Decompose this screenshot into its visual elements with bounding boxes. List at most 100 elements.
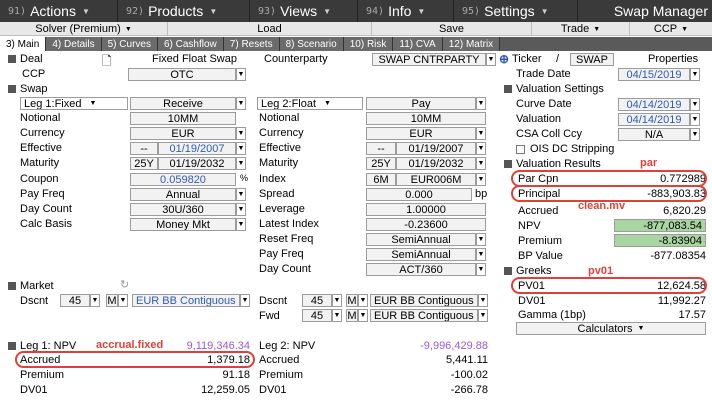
leg2-dscnt-number-dropdown[interactable]: ▼ (332, 294, 342, 307)
menu-products[interactable]: 92) Products ▼ (118, 0, 250, 22)
menu-actions[interactable]: 91) Actions ▼ (0, 0, 118, 22)
csa-coll-ccy-dropdown[interactable]: ▼ (690, 128, 700, 141)
leg2-spread-field[interactable]: 0.000 (366, 188, 472, 201)
leg1-dscnt-curve[interactable]: EUR BB Contiguous (132, 294, 240, 307)
leg2-fwd-number[interactable]: 45 (302, 309, 332, 322)
menu-views[interactable]: 93) Views ▼ (250, 0, 358, 22)
leg2-fwd-number-dropdown[interactable]: ▼ (332, 309, 342, 322)
leg1-effective-tenor[interactable]: -- (130, 142, 158, 155)
leg1-effective-date[interactable]: 01/19/2007 (158, 142, 236, 155)
ccp-field-dropdown[interactable]: ▼ (236, 68, 246, 81)
leg2-index-dropdown[interactable]: ▼ (476, 173, 486, 186)
leg1-calcbasis-dropdown[interactable]: ▼ (236, 218, 246, 231)
leg2-header-dropdown[interactable]: Leg 2:Float ▼ (257, 97, 363, 110)
market-section-header[interactable]: Market (8, 280, 54, 292)
leg1-daycount-field[interactable]: 30U/360 (130, 203, 236, 216)
leg2-effective-dropdown[interactable]: ▼ (476, 142, 486, 155)
leg1-maturity-tenor[interactable]: 25Y (130, 157, 158, 170)
leg2-effective-tenor[interactable]: -- (366, 142, 396, 155)
menu-info[interactable]: 94) Info ▼ (358, 0, 454, 22)
ticker-field[interactable]: SWAP (570, 53, 614, 66)
leg2-fwd-curve-dropdown[interactable]: ▼ (478, 309, 488, 322)
valuation-results-header[interactable]: Valuation Results (504, 158, 601, 170)
leg2-fwd-curve[interactable]: EUR BB Contiguous (370, 309, 478, 322)
leg1-currency-dropdown[interactable]: ▼ (236, 127, 246, 140)
tab-cva[interactable]: 11) CVA (393, 37, 443, 51)
leg2-daycount-field[interactable]: ACT/360 (366, 263, 476, 276)
leg1-dscnt-number[interactable]: 45 (60, 294, 90, 307)
properties-link[interactable]: Properties (648, 53, 698, 65)
leg2-effective-date[interactable]: 01/19/2007 (396, 142, 476, 155)
load-button[interactable]: Load (168, 22, 372, 36)
leg2-side-field[interactable]: Pay (366, 97, 476, 110)
leg1-coupon-field[interactable]: 0.059820 (130, 173, 236, 186)
notes-icon[interactable]: 🗋 (102, 52, 112, 73)
leg1-payfreq-field[interactable]: Annual (130, 188, 236, 201)
leg2-maturity-date[interactable]: 01/19/2032 (396, 157, 476, 170)
leg2-resetfreq-field[interactable]: SemiAnnual (366, 233, 476, 246)
leg1-maturity-dropdown[interactable]: ▼ (236, 157, 246, 170)
leg1-side-field[interactable]: Receive (130, 97, 236, 110)
leg1-dscnt-number-dropdown[interactable]: ▼ (90, 294, 100, 307)
leg2-fwd-m-dropdown[interactable]: ▼ (358, 309, 368, 322)
leg2-daycount-dropdown[interactable]: ▼ (476, 263, 486, 276)
leg2-latest-index-field[interactable]: -0.23600 (366, 218, 486, 231)
leg2-currency-field[interactable]: EUR (366, 127, 476, 140)
leg2-currency-dropdown[interactable]: ▼ (476, 127, 486, 140)
add-icon[interactable]: ⊕ (499, 52, 509, 66)
solver-dropdown[interactable]: Solver (Premium) ▼ (0, 22, 168, 36)
leg2-payfreq-field[interactable]: SemiAnnual (366, 248, 476, 261)
menu-settings[interactable]: 95) Settings ▼ (454, 0, 578, 22)
leg2-payfreq-dropdown[interactable]: ▼ (476, 248, 486, 261)
leg1-currency-field[interactable]: EUR (130, 127, 236, 140)
save-button[interactable]: Save (372, 22, 532, 36)
curve-date-dropdown[interactable]: ▼ (690, 98, 700, 111)
tab-risk[interactable]: 10) Risk (343, 37, 394, 51)
leg2-leverage-field[interactable]: 1.00000 (366, 203, 486, 216)
leg2-index-field[interactable]: EUR006M (396, 173, 476, 186)
leg2-dscnt-m[interactable]: M (346, 294, 358, 307)
leg1-side-dropdown[interactable]: ▼ (236, 97, 246, 110)
leg1-effective-dropdown[interactable]: ▼ (236, 142, 246, 155)
tab-cashflow[interactable]: 6) Cashflow (157, 37, 224, 51)
counterparty-field[interactable]: SWAP CNTRPARTY (372, 53, 486, 66)
swap-section-header[interactable]: Swap (8, 83, 48, 95)
ois-dc-stripping-checkbox[interactable] (516, 145, 525, 154)
tab-matrix[interactable]: 12) Matrix (442, 37, 501, 51)
tab-details[interactable]: 4) Details (46, 37, 102, 51)
leg1-daycount-dropdown[interactable]: ▼ (236, 203, 246, 216)
leg2-notional-field[interactable]: 10MM (366, 112, 486, 125)
leg2-dscnt-m-dropdown[interactable]: ▼ (358, 294, 368, 307)
greeks-header[interactable]: Greeks (504, 265, 551, 277)
trade-dropdown[interactable]: Trade ▼ (532, 22, 630, 36)
leg2-maturity-dropdown[interactable]: ▼ (476, 157, 486, 170)
leg2-index-tenor[interactable]: 6M (366, 173, 396, 186)
leg1-calcbasis-field[interactable]: Money Mkt (130, 218, 236, 231)
leg2-fwd-m[interactable]: M (346, 309, 358, 322)
curve-date-field[interactable]: 04/14/2019 (618, 98, 690, 111)
valuation-date-field[interactable]: 04/14/2019 (618, 113, 690, 126)
trade-date-dropdown[interactable]: ▼ (690, 68, 700, 81)
leg1-maturity-date[interactable]: 01/19/2032 (158, 157, 236, 170)
valuation-date-dropdown[interactable]: ▼ (690, 113, 700, 126)
leg2-maturity-tenor[interactable]: 25Y (366, 157, 396, 170)
tab-curves[interactable]: 5) Curves (101, 37, 158, 51)
deal-section-header[interactable]: Deal (8, 53, 43, 65)
calculators-button[interactable]: Calculators ▼ (516, 322, 706, 335)
refresh-icon[interactable]: ↻ (120, 278, 129, 291)
valuation-settings-header[interactable]: Valuation Settings (504, 83, 604, 95)
tab-scenario[interactable]: 8) Scenario (279, 37, 344, 51)
leg1-notional-field[interactable]: 10MM (130, 112, 236, 125)
tab-resets[interactable]: 7) Resets (223, 37, 280, 51)
leg1-dscnt-curve-dropdown[interactable]: ▼ (240, 294, 250, 307)
counterparty-dropdown[interactable]: ▼ (486, 53, 496, 66)
ccp-dropdown[interactable]: CCP ▼ (630, 22, 712, 36)
leg1-header-dropdown[interactable]: Leg 1:Fixed ▼ (20, 97, 128, 110)
trade-date-field[interactable]: 04/15/2019 (618, 68, 690, 81)
leg2-dscnt-number[interactable]: 45 (302, 294, 332, 307)
leg2-dscnt-curve[interactable]: EUR BB Contiguous (370, 294, 478, 307)
leg1-dscnt-m[interactable]: M (106, 294, 118, 307)
tab-main[interactable]: 3) Main (0, 37, 47, 51)
leg2-side-dropdown[interactable]: ▼ (476, 97, 486, 110)
ccp-field[interactable]: OTC (128, 68, 236, 81)
